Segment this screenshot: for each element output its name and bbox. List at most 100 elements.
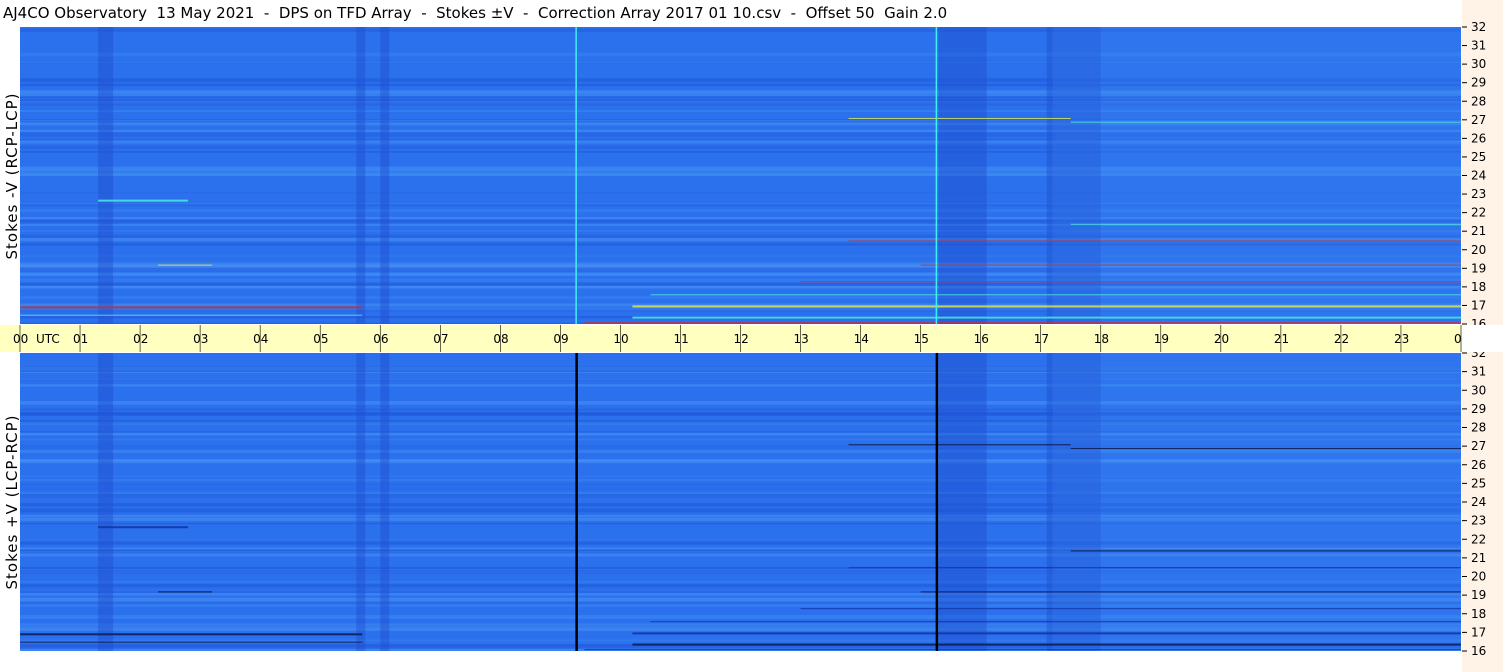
frequency-tick-label: 16 [1471, 317, 1486, 325]
signal-streak [98, 199, 189, 202]
signal-streak [920, 591, 1461, 593]
signal-streak [20, 633, 363, 636]
frequency-tick-label: 27 [1471, 113, 1486, 127]
frequency-axis-top-ticks: 16 17 18 19 20 21 22 23 24 25 26 27 28 29 30 31 32 [1462, 20, 1486, 325]
utc-tick-label: 18 [1094, 332, 1109, 346]
signal-streak [1070, 447, 1461, 449]
signal-streak [584, 649, 1461, 651]
spectrogram-top-canvas [20, 27, 1461, 324]
signal-streak [848, 444, 1071, 446]
signal-streak [20, 306, 363, 309]
utc-tick-label: 16 [974, 332, 989, 346]
signal-streak [800, 608, 1461, 610]
vertical-marker-line [935, 27, 938, 324]
utc-tick-label: 05 [313, 332, 328, 346]
vertical-marker-line [575, 353, 578, 651]
frequency-tick-label: 20 [1471, 570, 1486, 584]
utc-tick-label: 15 [914, 332, 929, 346]
frequency-tick-label: 25 [1471, 476, 1486, 490]
frequency-tick-label: 24 [1471, 169, 1486, 183]
frequency-tick-label: 30 [1471, 57, 1486, 71]
frequency-tick-label: 29 [1471, 76, 1486, 90]
bottom-panel-ylabel-text: Stokes +V (LCP-RCP) [3, 414, 21, 590]
utc-tick-label: 02 [133, 332, 148, 346]
frequency-tick-label: 21 [1471, 224, 1486, 238]
utc-tick-label: 14 [854, 332, 869, 346]
signal-streak [1070, 121, 1461, 123]
frequency-tick-label: 20 [1471, 243, 1486, 257]
utc-tick-label: 10 [613, 332, 628, 346]
utc-tick-label: 04 [253, 332, 268, 346]
signal-streak [848, 117, 1071, 119]
utc-tick-label: 09 [553, 332, 568, 346]
frequency-tick-label: 17 [1471, 298, 1486, 312]
spectrogram-texture [20, 353, 1461, 651]
signal-streak [98, 526, 189, 529]
frequency-axis-bottom: 16 17 18 19 20 21 22 23 24 25 26 27 28 29 30 31 32 [1462, 352, 1503, 672]
frequency-tick-label: 32 [1471, 20, 1486, 34]
frequency-tick-label: 27 [1471, 439, 1486, 453]
vertical-marker-line [935, 353, 939, 651]
utc-tick-label: 11 [673, 332, 688, 346]
frequency-tick-label: 16 [1471, 644, 1486, 658]
signal-streak [632, 305, 1461, 308]
frequency-tick-label: 30 [1471, 383, 1486, 397]
signal-streak [20, 314, 363, 316]
top-panel-ylabel-text: Stokes -V (RCP-LCP) [3, 92, 21, 259]
frequency-axis-top: 16 17 18 19 20 21 22 23 24 25 26 27 28 29 30 31 32 [1462, 0, 1503, 325]
utc-tick-label: 12 [734, 332, 749, 346]
signal-streak [632, 643, 1461, 646]
signal-streak [800, 281, 1461, 283]
utc-tick-label: 03 [193, 332, 208, 346]
utc-tick-label: 00 [1454, 332, 1462, 346]
light-region [1052, 27, 1461, 324]
utc-tick-label: 17 [1034, 332, 1049, 346]
utc-tick-label: 19 [1154, 332, 1169, 346]
signal-streak [632, 632, 1461, 635]
frequency-tick-label: 31 [1471, 39, 1486, 53]
frequency-tick-label: 21 [1471, 551, 1486, 565]
frequency-tick-label: 26 [1471, 458, 1486, 472]
signal-streak [650, 621, 1461, 623]
frequency-tick-label: 23 [1471, 514, 1486, 528]
spectrogram-texture [20, 27, 1461, 324]
utc-tick-label: 23 [1394, 332, 1409, 346]
utc-tick-label: 20 [1214, 332, 1229, 346]
light-region [1052, 353, 1461, 651]
frequency-tick-label: 18 [1471, 280, 1486, 294]
dark-time-band [380, 353, 390, 651]
frequency-tick-label: 17 [1471, 625, 1486, 639]
frequency-tick-label: 23 [1471, 187, 1486, 201]
utc-tick-label: 22 [1334, 332, 1349, 346]
utc-time-axis-ticks: 00 01 02 03 04 05 06 07 08 09 10 11 12 13 14 15 16 17 18 19… [13, 325, 1462, 352]
utc-tick-label: 07 [433, 332, 448, 346]
frequency-tick-label: 26 [1471, 131, 1486, 145]
frequency-tick-label: 22 [1471, 532, 1486, 546]
dark-time-band [380, 27, 390, 324]
utc-unit-label: UTC [36, 332, 60, 346]
frequency-tick-label: 19 [1471, 588, 1486, 602]
vertical-marker-line [575, 27, 577, 324]
signal-streak [848, 240, 1461, 242]
frequency-tick-label: 28 [1471, 421, 1486, 435]
frequency-tick-label: 31 [1471, 365, 1486, 379]
signal-streak [158, 264, 213, 266]
frequency-tick-label: 28 [1471, 94, 1486, 108]
frequency-tick-label: 19 [1471, 261, 1486, 275]
spectrogram-bottom [20, 353, 1461, 651]
dark-time-band [356, 353, 366, 651]
frequency-tick-label: 18 [1471, 607, 1486, 621]
utc-tick-label: 21 [1274, 332, 1289, 346]
signal-streak [848, 567, 1461, 569]
utc-tick-label: 08 [493, 332, 508, 346]
utc-tick-label: 13 [794, 332, 809, 346]
signal-streak [1070, 550, 1461, 552]
dark-time-band [98, 27, 114, 324]
signal-streak [584, 322, 1461, 324]
spectrogram-top [20, 27, 1461, 324]
signal-streak [1070, 223, 1461, 225]
frequency-tick-label: 22 [1471, 206, 1486, 220]
dark-time-band [98, 353, 114, 651]
utc-tick-label: 06 [373, 332, 388, 346]
utc-tick-label: 00 [13, 332, 28, 346]
